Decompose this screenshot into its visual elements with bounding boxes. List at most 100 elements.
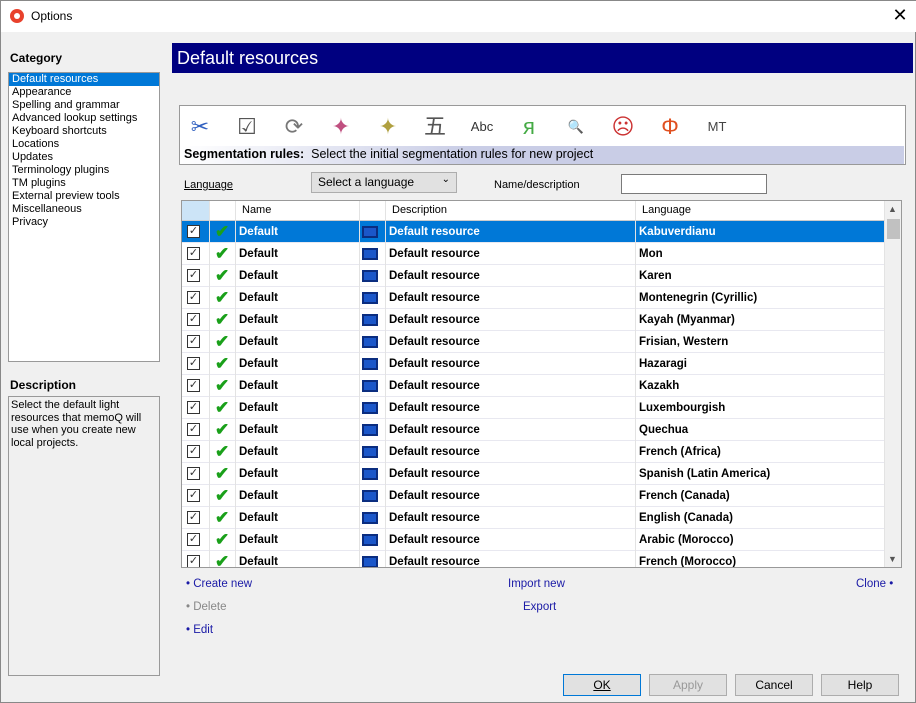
row-checkbox-cell[interactable]: ✓	[182, 375, 210, 397]
checkbox[interactable]: ✓	[187, 445, 200, 458]
checkbox[interactable]: ✓	[187, 489, 200, 502]
clone-link[interactable]: Clone •	[856, 578, 893, 590]
export-path-rules-icon[interactable]: ✦	[371, 110, 405, 144]
ignore-list-icon[interactable]: Abc	[465, 110, 499, 144]
checkbox[interactable]: ✓	[187, 511, 200, 524]
row-checkbox-cell[interactable]: ✓	[182, 529, 210, 551]
filter-config-icon[interactable]: ✦	[324, 110, 358, 144]
table-row[interactable]: ✓ ✔ Default Default resource Quechua	[182, 419, 885, 441]
row-checkbox-cell[interactable]: ✓	[182, 287, 210, 309]
local-resource-cell	[360, 463, 386, 485]
category-item[interactable]: Miscellaneous	[9, 203, 159, 216]
chevron-down-icon: ⌄	[441, 174, 450, 185]
category-item[interactable]: Keyboard shortcuts	[9, 125, 159, 138]
category-item[interactable]: Updates	[9, 151, 159, 164]
checkbox[interactable]: ✓	[187, 423, 200, 436]
table-row[interactable]: ✓ ✔ Default Default resource Kazakh	[182, 375, 885, 397]
category-item[interactable]: Locations	[9, 138, 159, 151]
create-new-link[interactable]: • Create new	[186, 578, 252, 590]
select-all-header[interactable]	[182, 201, 210, 221]
row-checkbox-cell[interactable]: ✓	[182, 441, 210, 463]
row-checkbox-cell[interactable]: ✓	[182, 265, 210, 287]
table-row[interactable]: ✓ ✔ Default Default resource French (Can…	[182, 485, 885, 507]
row-checkbox-cell[interactable]: ✓	[182, 309, 210, 331]
cancel-button[interactable]: Cancel	[735, 674, 813, 696]
category-item[interactable]: External preview tools	[9, 190, 159, 203]
category-item[interactable]: Advanced lookup settings	[9, 112, 159, 125]
category-item[interactable]: TM plugins	[9, 177, 159, 190]
lqa-web-search-icon[interactable]: 🔍	[559, 110, 593, 144]
checkbox[interactable]: ✓	[187, 247, 200, 260]
apply-button[interactable]: Apply	[649, 674, 727, 696]
delete-link[interactable]: • Delete	[186, 601, 226, 613]
scroll-down-icon[interactable]: ▼	[888, 554, 897, 564]
vertical-scrollbar[interactable]: ▲ ▼	[885, 201, 901, 567]
category-item[interactable]: Privacy	[9, 216, 159, 229]
export-link[interactable]: Export	[523, 601, 556, 613]
checkbox[interactable]: ✓	[187, 269, 200, 282]
checkbox[interactable]: ✓	[187, 225, 200, 238]
table-row[interactable]: ✓ ✔ Default Default resource Mon	[182, 243, 885, 265]
import-new-link[interactable]: Import new	[508, 578, 565, 590]
mt-settings-icon[interactable]: MT	[700, 110, 734, 144]
table-row[interactable]: ✓ ✔ Default Default resource English (Ca…	[182, 507, 885, 529]
column-header-description[interactable]: Description	[386, 201, 636, 221]
row-checkbox-cell[interactable]: ✓	[182, 221, 210, 243]
scroll-thumb[interactable]	[887, 219, 900, 239]
category-item[interactable]: Appearance	[9, 86, 159, 99]
table-row[interactable]: ✓ ✔ Default Default resource Frisian, We…	[182, 331, 885, 353]
checkbox[interactable]: ✓	[187, 357, 200, 370]
edit-link[interactable]: • Edit	[186, 624, 213, 636]
checkbox[interactable]: ✓	[187, 379, 200, 392]
table-row[interactable]: ✓ ✔ Default Default resource Montenegrin…	[182, 287, 885, 309]
computer-icon	[362, 556, 378, 567]
table-row[interactable]: ✓ ✔ Default Default resource Kayah (Myan…	[182, 309, 885, 331]
keyboard-shortcuts-icon[interactable]: ☹	[606, 110, 640, 144]
row-checkbox-cell[interactable]: ✓	[182, 485, 210, 507]
autotranslation-rules-icon[interactable]: ⟳	[277, 110, 311, 144]
column-header-language[interactable]: Language	[636, 201, 885, 221]
table-row[interactable]: ✓ ✔ Default Default resource Karen	[182, 265, 885, 287]
table-row[interactable]: ✓ ✔ Default Default resource Hazaragi	[182, 353, 885, 375]
type-header	[360, 201, 386, 221]
qa-settings-icon[interactable]: ☑	[230, 110, 264, 144]
row-checkbox-cell[interactable]: ✓	[182, 419, 210, 441]
checkbox[interactable]: ✓	[187, 313, 200, 326]
name-description-input[interactable]	[621, 174, 767, 194]
table-row[interactable]: ✓ ✔ Default Default resource French (Afr…	[182, 441, 885, 463]
row-checkbox-cell[interactable]: ✓	[182, 353, 210, 375]
font-substitution-icon[interactable]: Φ	[653, 110, 687, 144]
table-row[interactable]: ✓ ✔ Default Default resource Luxembourgi…	[182, 397, 885, 419]
checkbox[interactable]: ✓	[187, 555, 200, 567]
ok-button[interactable]: OK	[563, 674, 641, 696]
category-list[interactable]: Default resources Appearance Spelling and …	[8, 72, 160, 362]
language-select[interactable]: Select a language ⌄	[311, 172, 457, 193]
checkbox[interactable]: ✓	[187, 291, 200, 304]
category-item[interactable]: Default resources	[9, 73, 159, 86]
scroll-up-icon[interactable]: ▲	[888, 204, 897, 214]
segmentation-rules-icon[interactable]: ✂	[183, 110, 217, 144]
table-row[interactable]: ✓ ✔ Default Default resource Spanish (La…	[182, 463, 885, 485]
checkbox[interactable]: ✓	[187, 467, 200, 480]
column-header-name[interactable]: Name	[236, 201, 360, 221]
close-button[interactable]: ✕	[889, 5, 911, 26]
row-checkbox-cell[interactable]: ✓	[182, 551, 210, 567]
table-row[interactable]: ✓ ✔ Default Default resource Arabic (Mor…	[182, 529, 885, 551]
table-row[interactable]: ✓ ✔ Default Default resource French (Mor…	[182, 551, 885, 567]
table-row[interactable]: ✓ ✔ Default Default resource Kabuverdian…	[182, 221, 885, 243]
local-resource-cell	[360, 529, 386, 551]
row-checkbox-cell[interactable]: ✓	[182, 507, 210, 529]
row-language: English (Canada)	[636, 507, 885, 529]
checkbox[interactable]: ✓	[187, 533, 200, 546]
checkbox[interactable]: ✓	[187, 401, 200, 414]
row-checkbox-cell[interactable]: ✓	[182, 331, 210, 353]
category-item[interactable]: Terminology plugins	[9, 164, 159, 177]
row-checkbox-cell[interactable]: ✓	[182, 463, 210, 485]
row-checkbox-cell[interactable]: ✓	[182, 397, 210, 419]
help-button[interactable]: Help	[821, 674, 899, 696]
row-checkbox-cell[interactable]: ✓	[182, 243, 210, 265]
category-item[interactable]: Spelling and grammar	[9, 99, 159, 112]
auto-translatables-icon[interactable]: 五	[418, 110, 452, 144]
checkbox[interactable]: ✓	[187, 335, 200, 348]
non-translatables-icon[interactable]: я	[512, 110, 546, 144]
